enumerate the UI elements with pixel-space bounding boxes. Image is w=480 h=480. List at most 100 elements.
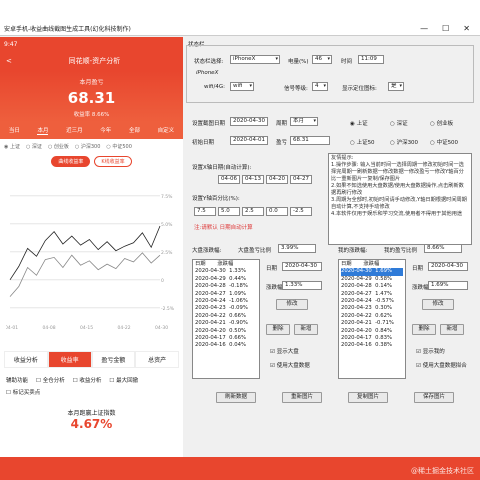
show-loc-select[interactable]: 是 — [388, 82, 404, 91]
check-drawdown[interactable]: 最大回撤 — [109, 376, 138, 384]
market-list[interactable]: 日期 涨跌幅 2020-04-30 1.33% 2020-04-29 0.44% 2… — [192, 259, 260, 379]
period-tab[interactable]: 当日 — [9, 126, 20, 135]
x-date-3[interactable]: 04-20 — [266, 175, 288, 184]
compare-option[interactable]: 创业板 — [48, 143, 69, 150]
kline-pill[interactable]: K线收益率 — [94, 156, 132, 167]
compare-option[interactable]: 深证 — [26, 143, 42, 150]
market-date-label: 日期 — [266, 266, 278, 272]
list-row[interactable]: 2020-04-29 0.44% — [195, 276, 257, 283]
x-date-1[interactable]: 04-06 — [218, 175, 240, 184]
minimize-button[interactable]: — — [420, 24, 428, 33]
idx-shanghai[interactable]: 上证 — [350, 119, 368, 127]
list-row[interactable]: 2020-04-17 0.83% — [341, 335, 403, 342]
compare-option[interactable]: 上证 — [4, 143, 20, 150]
y-val-3[interactable]: 0.0 — [266, 207, 288, 216]
status-select[interactable]: iPhoneX — [230, 55, 280, 64]
period-tab[interactable]: 全部 — [129, 126, 140, 135]
close-button[interactable]: ✕ — [463, 24, 470, 33]
check-full[interactable]: 全仓分析 — [36, 376, 65, 384]
list-row[interactable]: 2020-04-27 1.47% — [341, 291, 403, 298]
my-date-input[interactable]: 2020-04-30 — [428, 262, 468, 271]
y-val-1[interactable]: 5.0 — [218, 207, 240, 216]
time-input[interactable]: 11:09 — [358, 55, 384, 64]
list-row[interactable]: 2020-04-20 0.50% — [195, 328, 257, 335]
list-row[interactable]: 2020-04-24 -0.57% — [341, 298, 403, 305]
curve-pill[interactable]: 曲线收益率 — [51, 156, 91, 167]
my-add-button[interactable]: 新增 — [440, 324, 464, 335]
market-rate-input[interactable]: 1.33% — [282, 281, 322, 290]
signal-select[interactable]: 4 — [312, 82, 328, 91]
seg-yield[interactable]: 收益率 — [47, 351, 92, 368]
copy-image-button[interactable]: 复制图片 — [348, 392, 388, 403]
idx-hs300[interactable]: 沪深300 — [390, 138, 419, 146]
chart-svg: 7.5% 5.0% 2.5% 0 -2.5% 04-01 04-08 04-15 04-22 04… — [5, 194, 175, 331]
list-row[interactable]: 2020-04-16 0.38% — [341, 342, 403, 349]
my-date-label: 日期 — [412, 266, 424, 272]
market-ratio-input[interactable]: 3.99% — [278, 244, 316, 253]
redraw-image-button[interactable]: 重新图片 — [282, 392, 322, 403]
y-val-2[interactable]: 2.5 — [242, 207, 264, 216]
refresh-data-button[interactable]: 刷新数据 — [216, 392, 256, 403]
list-row[interactable]: 2020-04-27 1.09% — [195, 291, 257, 298]
market-date-input[interactable]: 2020-04-30 — [282, 262, 322, 271]
init-date-input[interactable]: 2020-04-01 — [230, 136, 268, 145]
list-row[interactable]: 2020-04-28 -0.18% — [195, 283, 257, 290]
use-market-check[interactable]: 使用大盘数据 — [270, 361, 310, 369]
market-modify-button[interactable]: 修改 — [276, 299, 308, 310]
market-delete-button[interactable]: 删除 — [266, 324, 290, 335]
period-tab[interactable]: 本月 — [37, 126, 49, 135]
idx-chinext[interactable]: 创业板 — [430, 119, 454, 127]
battery-input[interactable]: 46 — [312, 55, 332, 64]
my-modify-button[interactable]: 修改 — [422, 299, 454, 310]
compare-option[interactable]: 中证500 — [106, 143, 132, 150]
idx-sz50[interactable]: 上证50 — [350, 138, 375, 146]
signal-label: 信号等级: — [284, 86, 308, 92]
idx-shenzhen[interactable]: 深证 — [390, 119, 408, 127]
seg-analysis[interactable]: 收益分析 — [4, 351, 48, 368]
my-delete-button[interactable]: 删除 — [412, 324, 436, 335]
save-image-button[interactable]: 保存图片 — [414, 392, 454, 403]
x-date-2[interactable]: 04-13 — [242, 175, 264, 184]
profit-input[interactable]: 68.31 — [290, 136, 330, 145]
period-tab[interactable]: 今年 — [100, 126, 111, 135]
list-row[interactable]: 2020-04-29 0.58% — [341, 276, 403, 283]
y-val-4[interactable]: -2.5 — [290, 207, 312, 216]
list-row[interactable]: 2020-04-30 1.69% — [341, 268, 403, 276]
list-row[interactable]: 2020-04-22 0.66% — [195, 313, 257, 320]
market-add-button[interactable]: 新增 — [294, 324, 318, 335]
period-select[interactable]: 本月 — [290, 117, 318, 126]
list-row[interactable]: 2020-04-30 1.33% — [195, 268, 257, 275]
screenshot-date-input[interactable]: 2020-04-30 — [230, 117, 268, 126]
check-trades[interactable]: 标记买卖点 — [6, 388, 41, 396]
compare-option[interactable]: 沪深300 — [75, 143, 101, 150]
list-row[interactable]: 2020-04-21 -0.90% — [195, 320, 257, 327]
show-mine-check[interactable]: 显示我的 — [416, 347, 445, 355]
my-ratio-input[interactable]: 8.66% — [424, 244, 462, 253]
check-yield[interactable]: 收益分析 — [73, 376, 101, 384]
list-row[interactable]: 2020-04-21 -0.71% — [341, 320, 403, 327]
list-row[interactable]: 2020-04-16 0.04% — [195, 342, 257, 349]
show-market-check[interactable]: 显示大盘 — [270, 347, 299, 355]
period-tab[interactable]: 自定义 — [158, 126, 175, 135]
my-rate-field-label: 涨跌幅 — [412, 285, 429, 291]
list-row[interactable]: 2020-04-24 -1.06% — [195, 298, 257, 305]
phone-header: < 同花顺-资产分析 — [0, 51, 183, 71]
fit-market-check[interactable]: 使用大盘数据拟合 — [416, 361, 467, 369]
seg-profit[interactable]: 盈亏金额 — [91, 351, 136, 368]
maximize-button[interactable]: ☐ — [442, 24, 449, 33]
my-list[interactable]: 日期 涨跌幅 2020-04-30 1.69% 2020-04-29 0.58% 2… — [338, 259, 406, 379]
seg-assets[interactable]: 总资产 — [135, 351, 179, 368]
hint-note: 注:请默认 日期自动计算 — [194, 225, 253, 231]
y-val-0[interactable]: 7.5 — [194, 207, 216, 216]
list-row[interactable]: 2020-04-23 0.30% — [341, 305, 403, 312]
list-row[interactable]: 2020-04-28 0.14% — [341, 283, 403, 290]
idx-zz500[interactable]: 中证500 — [430, 138, 459, 146]
period-tab[interactable]: 近三月 — [66, 126, 83, 135]
my-rate-input[interactable]: 1.69% — [428, 281, 468, 290]
wifi-select[interactable]: wifi — [230, 82, 254, 91]
list-row[interactable]: 2020-04-17 0.66% — [195, 335, 257, 342]
list-row[interactable]: 2020-04-23 -0.09% — [195, 305, 257, 312]
list-row[interactable]: 2020-04-20 0.84% — [341, 328, 403, 335]
list-row[interactable]: 2020-04-22 0.62% — [341, 313, 403, 320]
x-date-4[interactable]: 04-27 — [290, 175, 312, 184]
